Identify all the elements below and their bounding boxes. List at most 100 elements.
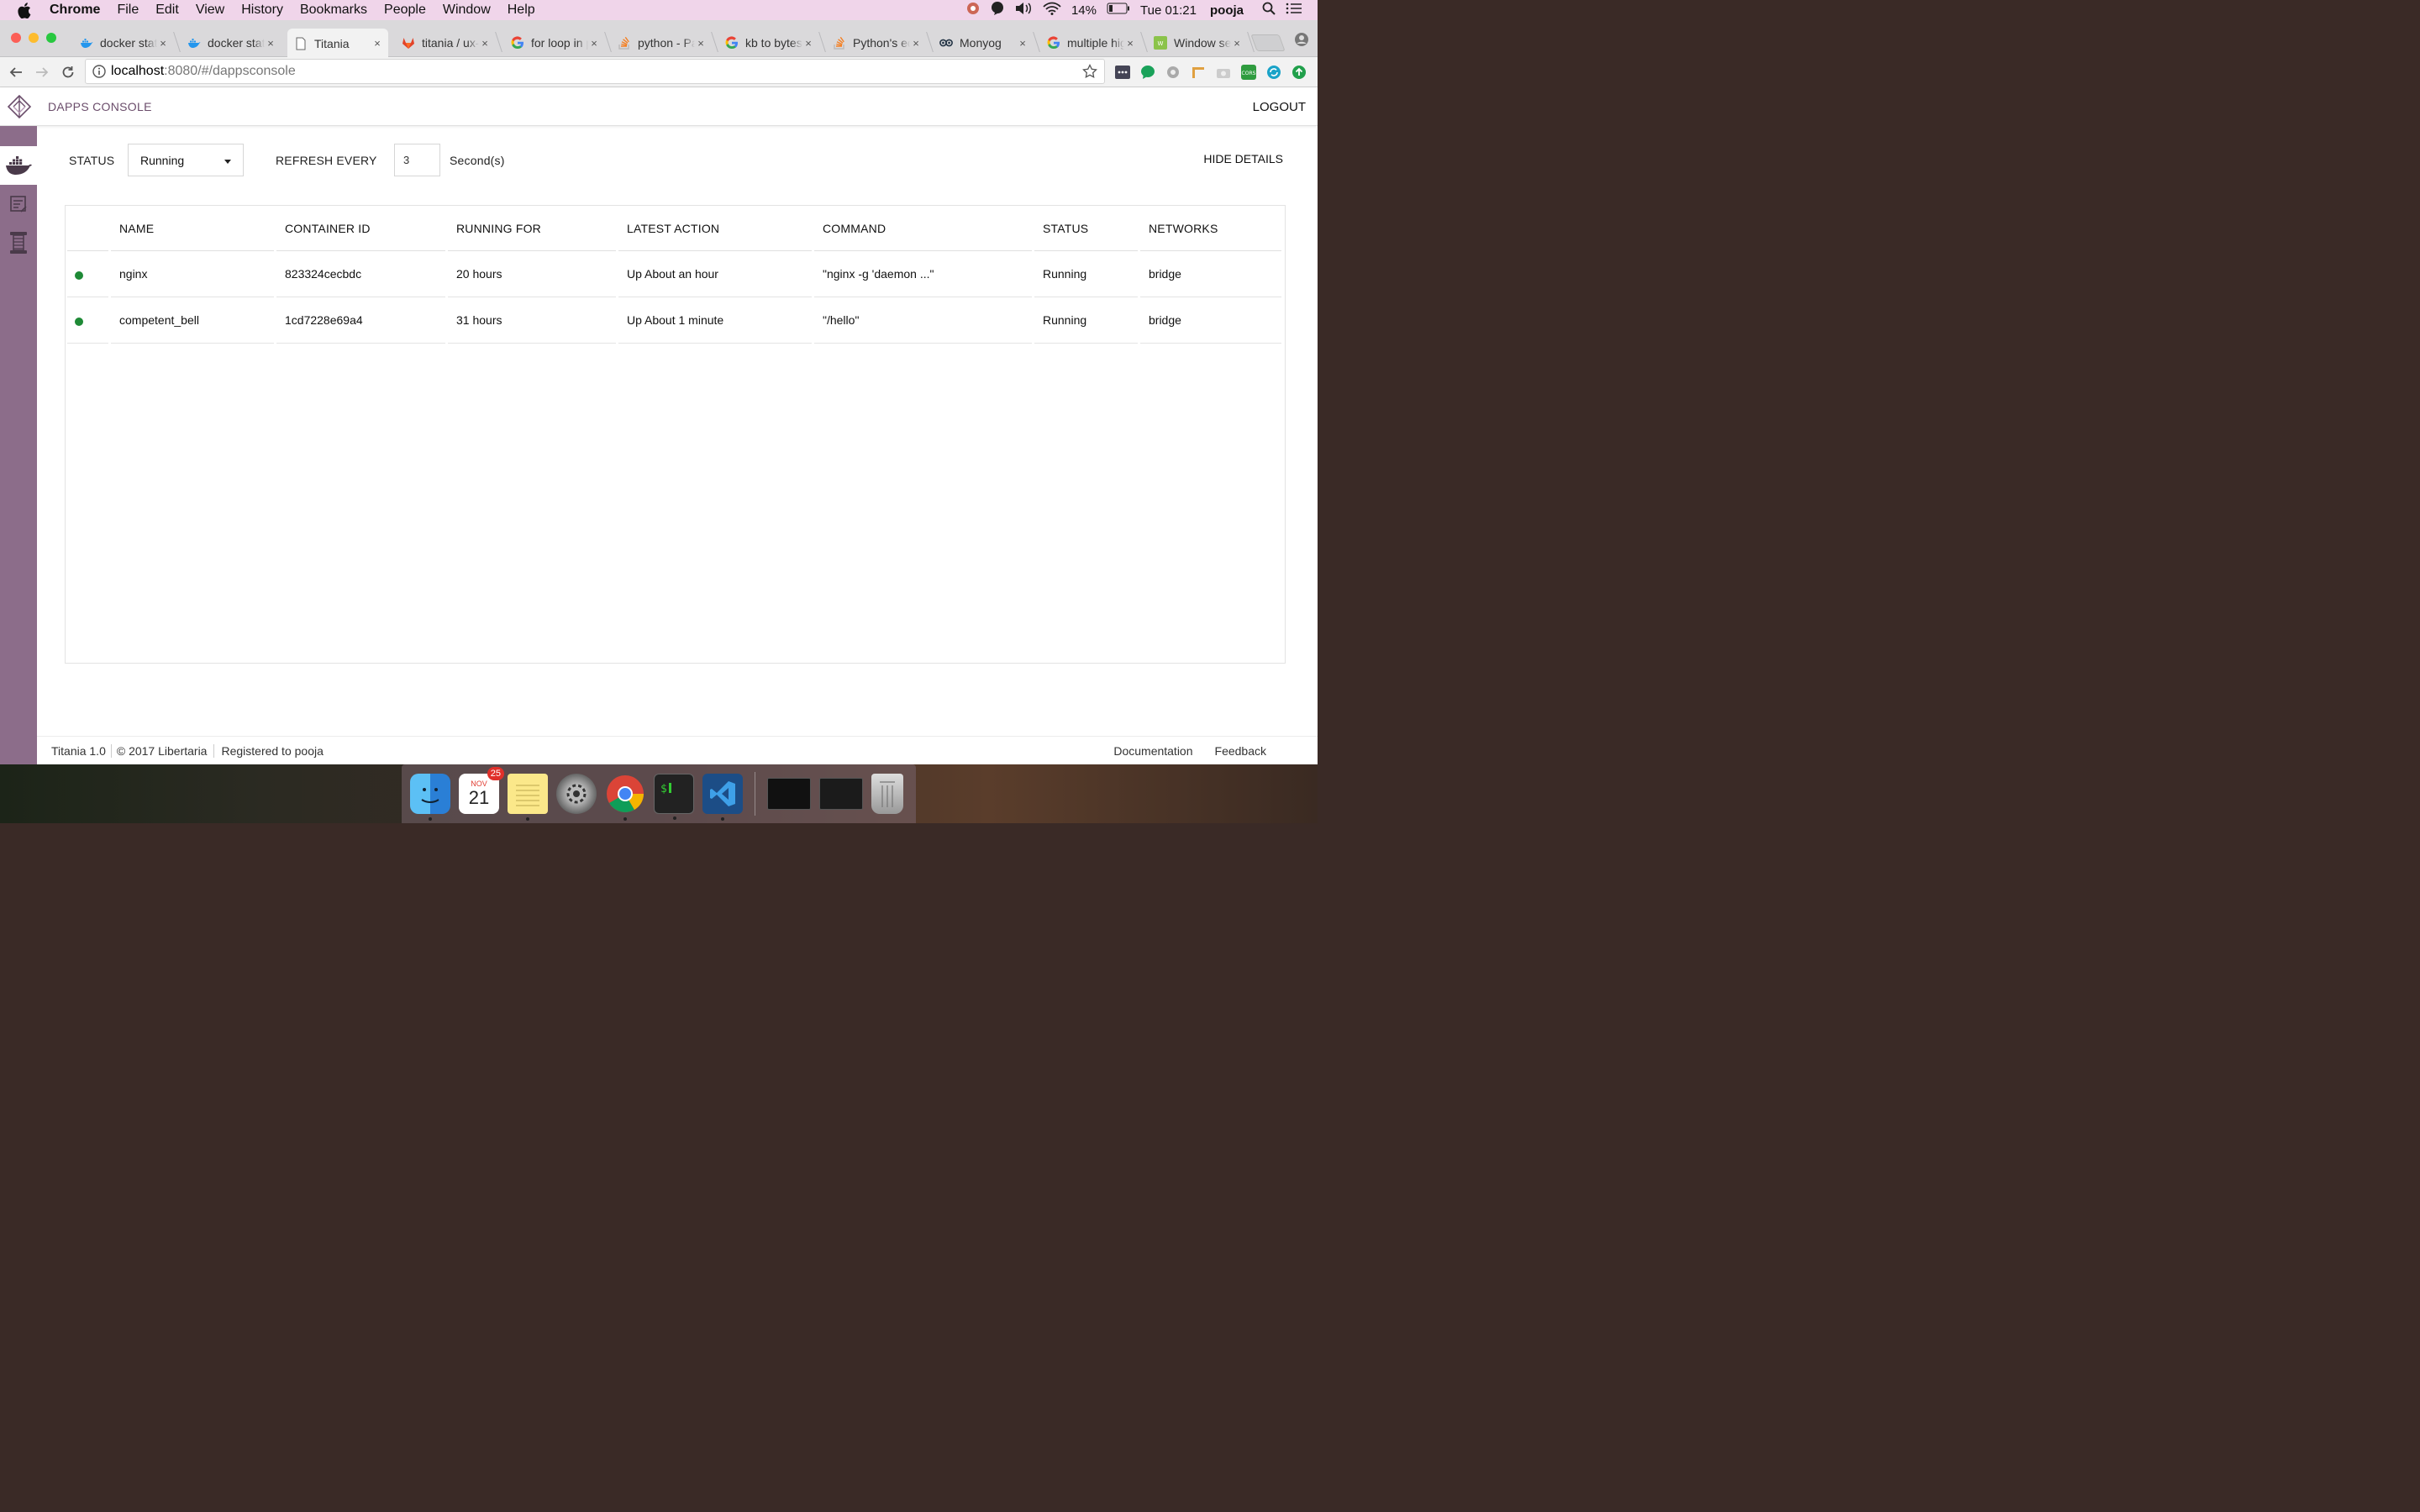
browser-tab[interactable]: Monyog ×: [933, 29, 1040, 57]
close-window-button[interactable]: [11, 33, 21, 43]
close-tab-icon[interactable]: ×: [588, 37, 600, 50]
finder-icon[interactable]: [410, 774, 450, 821]
site-info-icon[interactable]: [92, 65, 106, 78]
table-row[interactable]: nginx 823324cecbdc 20 hours Up About an …: [67, 251, 1281, 297]
sidebar-item-containers[interactable]: [0, 146, 37, 185]
col-header-running-for[interactable]: RUNNING FOR: [448, 206, 616, 251]
notes-icon[interactable]: [508, 774, 548, 821]
dock: NOV 21 25 $: [402, 764, 916, 823]
menu-edit[interactable]: Edit: [155, 3, 179, 18]
browser-tab[interactable]: docker stats ×: [181, 29, 281, 57]
menu-people[interactable]: People: [384, 3, 426, 18]
extension-ruler-icon[interactable]: [1190, 64, 1206, 80]
browser-tab[interactable]: titania / ux- ×: [395, 29, 502, 57]
macos-menubar: Chrome File Edit View History Bookmarks …: [0, 0, 1318, 20]
minimize-window-button[interactable]: [29, 33, 39, 43]
menu-view[interactable]: View: [196, 3, 224, 18]
forward-icon[interactable]: [34, 64, 50, 81]
new-tab-button[interactable]: [1250, 34, 1286, 51]
wifi-icon[interactable]: [1043, 2, 1061, 18]
tab-title: Titania: [314, 36, 350, 50]
menu-app-name[interactable]: Chrome: [50, 3, 100, 18]
close-tab-icon[interactable]: ×: [371, 37, 383, 50]
tab-title: Monyog: [960, 36, 1002, 50]
col-header-container-id[interactable]: CONTAINER ID: [276, 206, 445, 251]
col-header-networks[interactable]: NETWORKS: [1140, 206, 1281, 251]
close-tab-icon[interactable]: ×: [157, 37, 169, 50]
feedback-link[interactable]: Feedback: [1215, 744, 1266, 758]
menu-window[interactable]: Window: [443, 3, 491, 18]
documentation-link[interactable]: Documentation: [1113, 744, 1192, 758]
window-controls: [11, 33, 56, 43]
browser-tab[interactable]: W Window set ×: [1147, 29, 1255, 57]
profile-icon[interactable]: [1294, 32, 1309, 47]
browser-tab[interactable]: docker stats ×: [73, 29, 181, 57]
hide-details-button[interactable]: HIDE DETAILS: [1203, 152, 1283, 165]
minimized-window-thumbnail[interactable]: [819, 778, 863, 810]
close-tab-icon[interactable]: ×: [1231, 37, 1243, 50]
system-preferences-icon[interactable]: [556, 774, 597, 814]
close-tab-icon[interactable]: ×: [479, 37, 491, 50]
close-tab-icon[interactable]: ×: [802, 37, 814, 50]
tab-title: Python's ed: [853, 36, 910, 50]
col-header-command[interactable]: COMMAND: [814, 206, 1032, 251]
volume-icon[interactable]: [1014, 2, 1033, 18]
extension-camera-icon[interactable]: [1215, 64, 1231, 80]
col-header-status[interactable]: STATUS: [1034, 206, 1138, 251]
extension-sync-icon[interactable]: [1265, 64, 1281, 80]
extension-chat-icon[interactable]: [1139, 64, 1155, 80]
clock[interactable]: Tue 01:21: [1140, 3, 1197, 18]
browser-tab[interactable]: python - Pa ×: [611, 29, 718, 57]
bookmark-star-icon[interactable]: [1082, 63, 1097, 79]
browser-tab[interactable]: kb to bytes ×: [718, 29, 826, 57]
notification-center-icon[interactable]: [1286, 2, 1302, 18]
browser-tab[interactable]: Python's ed ×: [826, 29, 934, 57]
battery-icon[interactable]: [1107, 3, 1130, 18]
terminal-icon[interactable]: $: [654, 774, 694, 820]
menu-help[interactable]: Help: [508, 3, 535, 18]
user-name[interactable]: pooja: [1210, 3, 1244, 18]
trash-icon[interactable]: [871, 774, 903, 814]
spotlight-icon[interactable]: [1262, 2, 1276, 18]
back-icon[interactable]: [8, 64, 24, 81]
apple-icon[interactable]: [18, 2, 33, 18]
extension-gear-icon[interactable]: [1165, 64, 1181, 80]
browser-tab[interactable]: multiple high×: [1040, 29, 1148, 57]
col-header-name[interactable]: NAME: [111, 206, 274, 251]
cell-networks: bridge: [1140, 251, 1281, 297]
address-bar[interactable]: localhost:8080/#/dappsconsole: [85, 59, 1105, 84]
extension-dots-icon[interactable]: [1114, 64, 1130, 80]
table-row[interactable]: competent_bell 1cd7228e69a4 31 hours Up …: [67, 297, 1281, 344]
browser-tab[interactable]: Titania ×: [287, 29, 388, 58]
podcast-icon[interactable]: [965, 1, 981, 19]
chrome-icon[interactable]: [605, 774, 645, 821]
menu-file[interactable]: File: [117, 3, 139, 18]
close-tab-icon[interactable]: ×: [695, 37, 707, 50]
calendar-day: 21: [468, 787, 490, 808]
close-tab-icon[interactable]: ×: [265, 37, 276, 50]
page-icon: [294, 37, 308, 50]
close-tab-icon[interactable]: ×: [1017, 37, 1028, 50]
running-indicator: [721, 817, 724, 821]
calendar-icon[interactable]: NOV 21 25: [459, 767, 504, 814]
status-select[interactable]: Running: [128, 144, 244, 176]
close-tab-icon[interactable]: ×: [910, 37, 922, 50]
reload-icon[interactable]: [60, 64, 76, 81]
close-tab-icon[interactable]: ×: [1124, 37, 1136, 50]
balloon-icon[interactable]: [991, 1, 1004, 19]
chevron-down-icon: [224, 160, 231, 164]
browser-tab[interactable]: for loop in python×: [504, 29, 612, 57]
sidebar-item-volumes[interactable]: [0, 223, 37, 262]
extension-upload-icon[interactable]: [1291, 64, 1307, 80]
sidebar-item-images[interactable]: [0, 185, 37, 223]
logout-button[interactable]: LOGOUT: [1253, 100, 1306, 114]
zoom-window-button[interactable]: [46, 33, 56, 43]
titania-logo-icon[interactable]: [7, 94, 32, 119]
extension-cors-icon[interactable]: CORS: [1240, 64, 1256, 80]
menu-history[interactable]: History: [241, 3, 283, 18]
minimized-window-thumbnail[interactable]: [767, 778, 811, 810]
refresh-interval-input[interactable]: [394, 144, 440, 176]
vscode-icon[interactable]: [702, 774, 743, 821]
menu-bookmarks[interactable]: Bookmarks: [300, 3, 367, 18]
col-header-latest-action[interactable]: LATEST ACTION: [618, 206, 812, 251]
